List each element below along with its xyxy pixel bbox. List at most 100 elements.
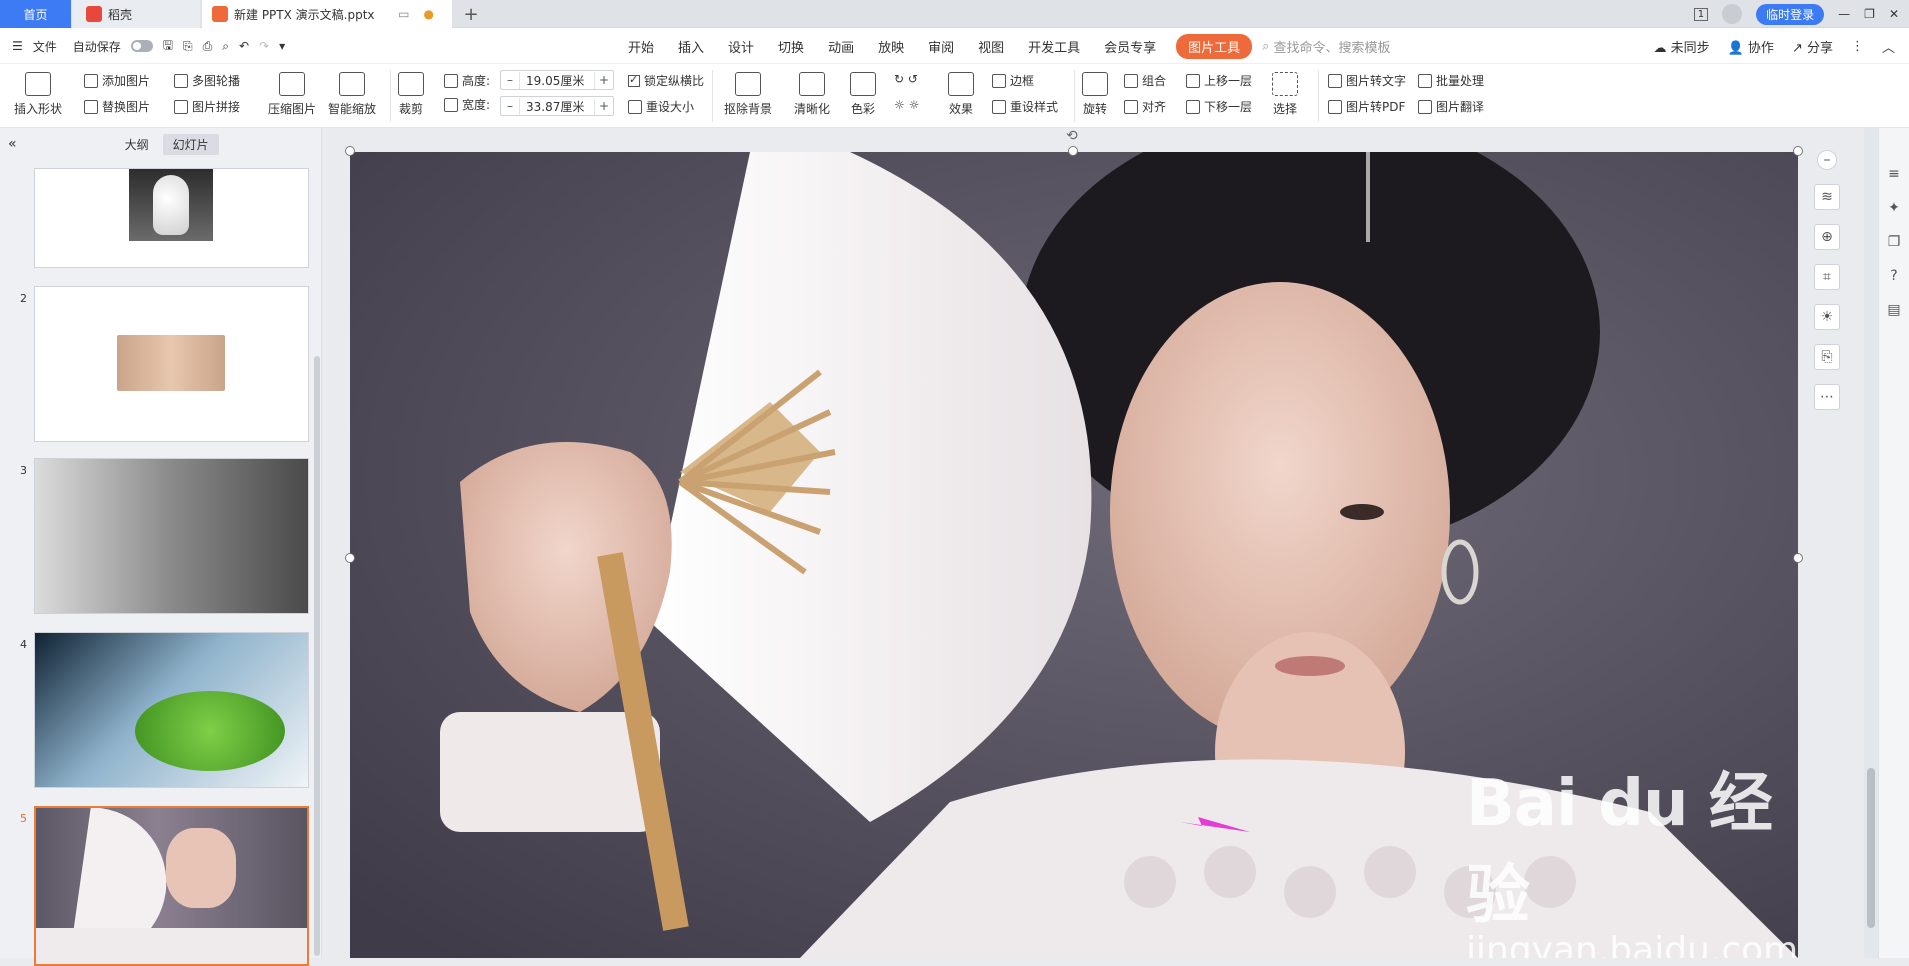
rotate-button[interactable]: 旋转 (1082, 72, 1108, 117)
tab-review[interactable]: 审阅 (916, 37, 966, 56)
minus-icon[interactable]: – (501, 99, 519, 113)
plus-icon[interactable]: + (595, 73, 613, 87)
archive-icon[interactable]: ▤ (1887, 302, 1900, 318)
collapse-ribbon-icon[interactable]: ︿ (1882, 37, 1895, 56)
file-menu[interactable]: 文件 (33, 38, 57, 55)
tab-slideshow[interactable]: 放映 (866, 37, 916, 56)
brightness-icon[interactable]: ☼ ☼ (894, 98, 919, 112)
scroll-thumb[interactable] (1867, 768, 1875, 928)
border-button[interactable]: 边框 (992, 72, 1034, 89)
plus-icon[interactable]: + (595, 99, 613, 113)
effects-button[interactable]: 效果 (948, 72, 974, 117)
reset-style-button[interactable]: 重设样式 (992, 98, 1058, 115)
resize-handle-r[interactable] (1793, 553, 1803, 563)
align-button[interactable]: 对齐 (1124, 98, 1166, 115)
bring-forward-button[interactable]: 上移一层 (1186, 72, 1252, 89)
insert-shape-button[interactable]: 插入形状 (14, 72, 62, 117)
help-icon[interactable]: ? (1890, 268, 1897, 284)
avatar[interactable] (1722, 4, 1743, 24)
window-mode-icon[interactable]: 1 (1693, 7, 1709, 21)
redo-icon[interactable]: ↷ (259, 39, 269, 53)
preview-icon[interactable]: ⌕ (222, 39, 229, 54)
more-icon[interactable]: ⋮ (1851, 39, 1864, 54)
login-button[interactable]: 临时登录 (1756, 3, 1825, 25)
slide-thumbnail-3[interactable] (34, 458, 309, 614)
tab-picture-tools[interactable]: 图片工具 (1176, 33, 1253, 59)
rotate-handle-icon[interactable]: ⟲ (1066, 128, 1078, 144)
undo-icon[interactable]: ↶ (239, 39, 249, 53)
tab-slides[interactable]: 幻灯片 (162, 133, 219, 155)
tab-outline[interactable]: 大纲 (115, 134, 159, 155)
tab-home[interactable]: 首页 (0, 0, 71, 28)
remove-bg-button[interactable]: 抠除背景 (724, 72, 772, 117)
slide-thumbnail-4[interactable] (34, 632, 309, 788)
slide-thumbnail-1[interactable] (34, 168, 309, 268)
resize-handle-t[interactable] (1068, 146, 1078, 156)
compress-button[interactable]: 压缩图片 (268, 72, 316, 117)
minimize-icon[interactable]: — (1838, 7, 1850, 21)
tab-view[interactable]: 视图 (966, 37, 1016, 56)
width-value[interactable]: 33.87厘米 (519, 97, 595, 115)
tab-daoke[interactable]: 稻壳 (72, 0, 200, 28)
tab-developer[interactable]: 开发工具 (1016, 37, 1092, 56)
minus-icon[interactable]: – (1817, 150, 1837, 170)
width-stepper[interactable]: –33.87厘米 + (500, 96, 614, 116)
autosave-toggle[interactable] (130, 40, 153, 52)
tab-design[interactable]: 设计 (716, 37, 766, 56)
restore-icon[interactable]: ❐ (1864, 7, 1875, 21)
pic-to-text-button[interactable]: 图片转文字 (1328, 72, 1406, 89)
tab-animation[interactable]: 动画 (816, 37, 866, 56)
send-backward-button[interactable]: 下移一层 (1186, 98, 1252, 115)
tab-start[interactable]: 开始 (616, 37, 666, 56)
color-button[interactable]: 色彩 (850, 72, 876, 117)
slide-thumbnail-5[interactable] (34, 806, 309, 966)
smart-zoom-button[interactable]: 智能缩放 (328, 72, 376, 117)
reset-size-button[interactable]: 重设大小 (628, 98, 694, 115)
tab-insert[interactable]: 插入 (666, 37, 716, 56)
lock-ratio-checkbox[interactable]: 锁定纵横比 (628, 72, 704, 89)
more-icon[interactable]: ⋯ (1814, 384, 1840, 410)
minus-icon[interactable]: – (501, 73, 519, 87)
pin-icon[interactable]: ✦ (1888, 200, 1900, 216)
tab-document[interactable]: 新建 PPTX 演示文稿.pptx ▭ ● (202, 0, 452, 28)
pic-to-pdf-button[interactable]: 图片转PDF (1328, 98, 1405, 115)
monitor-icon[interactable]: ▭ (398, 7, 409, 21)
customize-icon[interactable]: ▾ (279, 39, 285, 53)
panel-scrollbar[interactable] (314, 356, 320, 956)
command-search[interactable]: ⌕ 查找命令、搜索模板 (1262, 37, 1390, 56)
tab-transition[interactable]: 切换 (766, 37, 816, 56)
rotate-left-icon[interactable]: ↻ ↺ (894, 72, 918, 86)
collapse-panel-icon[interactable]: « (8, 136, 17, 152)
crop-icon[interactable]: ⌗ (1814, 264, 1840, 290)
resize-handle-tr[interactable] (1793, 146, 1803, 156)
layers-icon[interactable]: ≋ (1814, 184, 1840, 210)
lightbulb-icon[interactable]: ☀ (1814, 304, 1840, 330)
sync-button[interactable]: ☁ 未同步 (1653, 37, 1709, 56)
share-button[interactable]: ↗ 分享 (1792, 37, 1833, 56)
copy-icon[interactable]: ❐ (1888, 234, 1901, 250)
canvas-scrollbar[interactable] (1864, 128, 1878, 958)
group-button[interactable]: 组合 (1124, 72, 1166, 89)
zoom-icon[interactable]: ⊕ (1814, 224, 1840, 250)
pic-translate-button[interactable]: 图片翻译 (1418, 98, 1484, 115)
export-icon[interactable]: ⎘ (183, 39, 193, 54)
replace-picture-button[interactable]: 替换图片 (84, 98, 150, 115)
collab-button[interactable]: 👤 协作 (1728, 37, 1774, 56)
pic-convert-icon[interactable]: ⎘ (1814, 344, 1840, 370)
add-picture-button[interactable]: 添加图片 (84, 72, 150, 89)
batch-button[interactable]: 批量处理 (1418, 72, 1484, 89)
hamburger-icon[interactable]: ☰ (12, 39, 23, 53)
selected-picture[interactable]: Bai du 经验 jingyan.baidu.com (350, 152, 1798, 958)
save-icon[interactable]: 🖫 (163, 36, 173, 57)
height-stepper[interactable]: –19.05厘米 + (500, 70, 614, 90)
crop-button[interactable]: 裁剪 (398, 72, 424, 117)
properties-icon[interactable]: ≡ (1888, 166, 1900, 182)
slide-thumbnail-2[interactable] (34, 286, 309, 442)
height-value[interactable]: 19.05厘米 (519, 71, 595, 89)
multi-outline-button[interactable]: 多图轮播 (174, 72, 240, 89)
select-button[interactable]: 选择 (1272, 72, 1298, 117)
new-tab-button[interactable]: + (456, 0, 486, 28)
tab-member[interactable]: 会员专享 (1092, 37, 1168, 56)
collage-button[interactable]: 图片拼接 (174, 98, 240, 115)
clarify-button[interactable]: 清晰化 (794, 72, 830, 117)
